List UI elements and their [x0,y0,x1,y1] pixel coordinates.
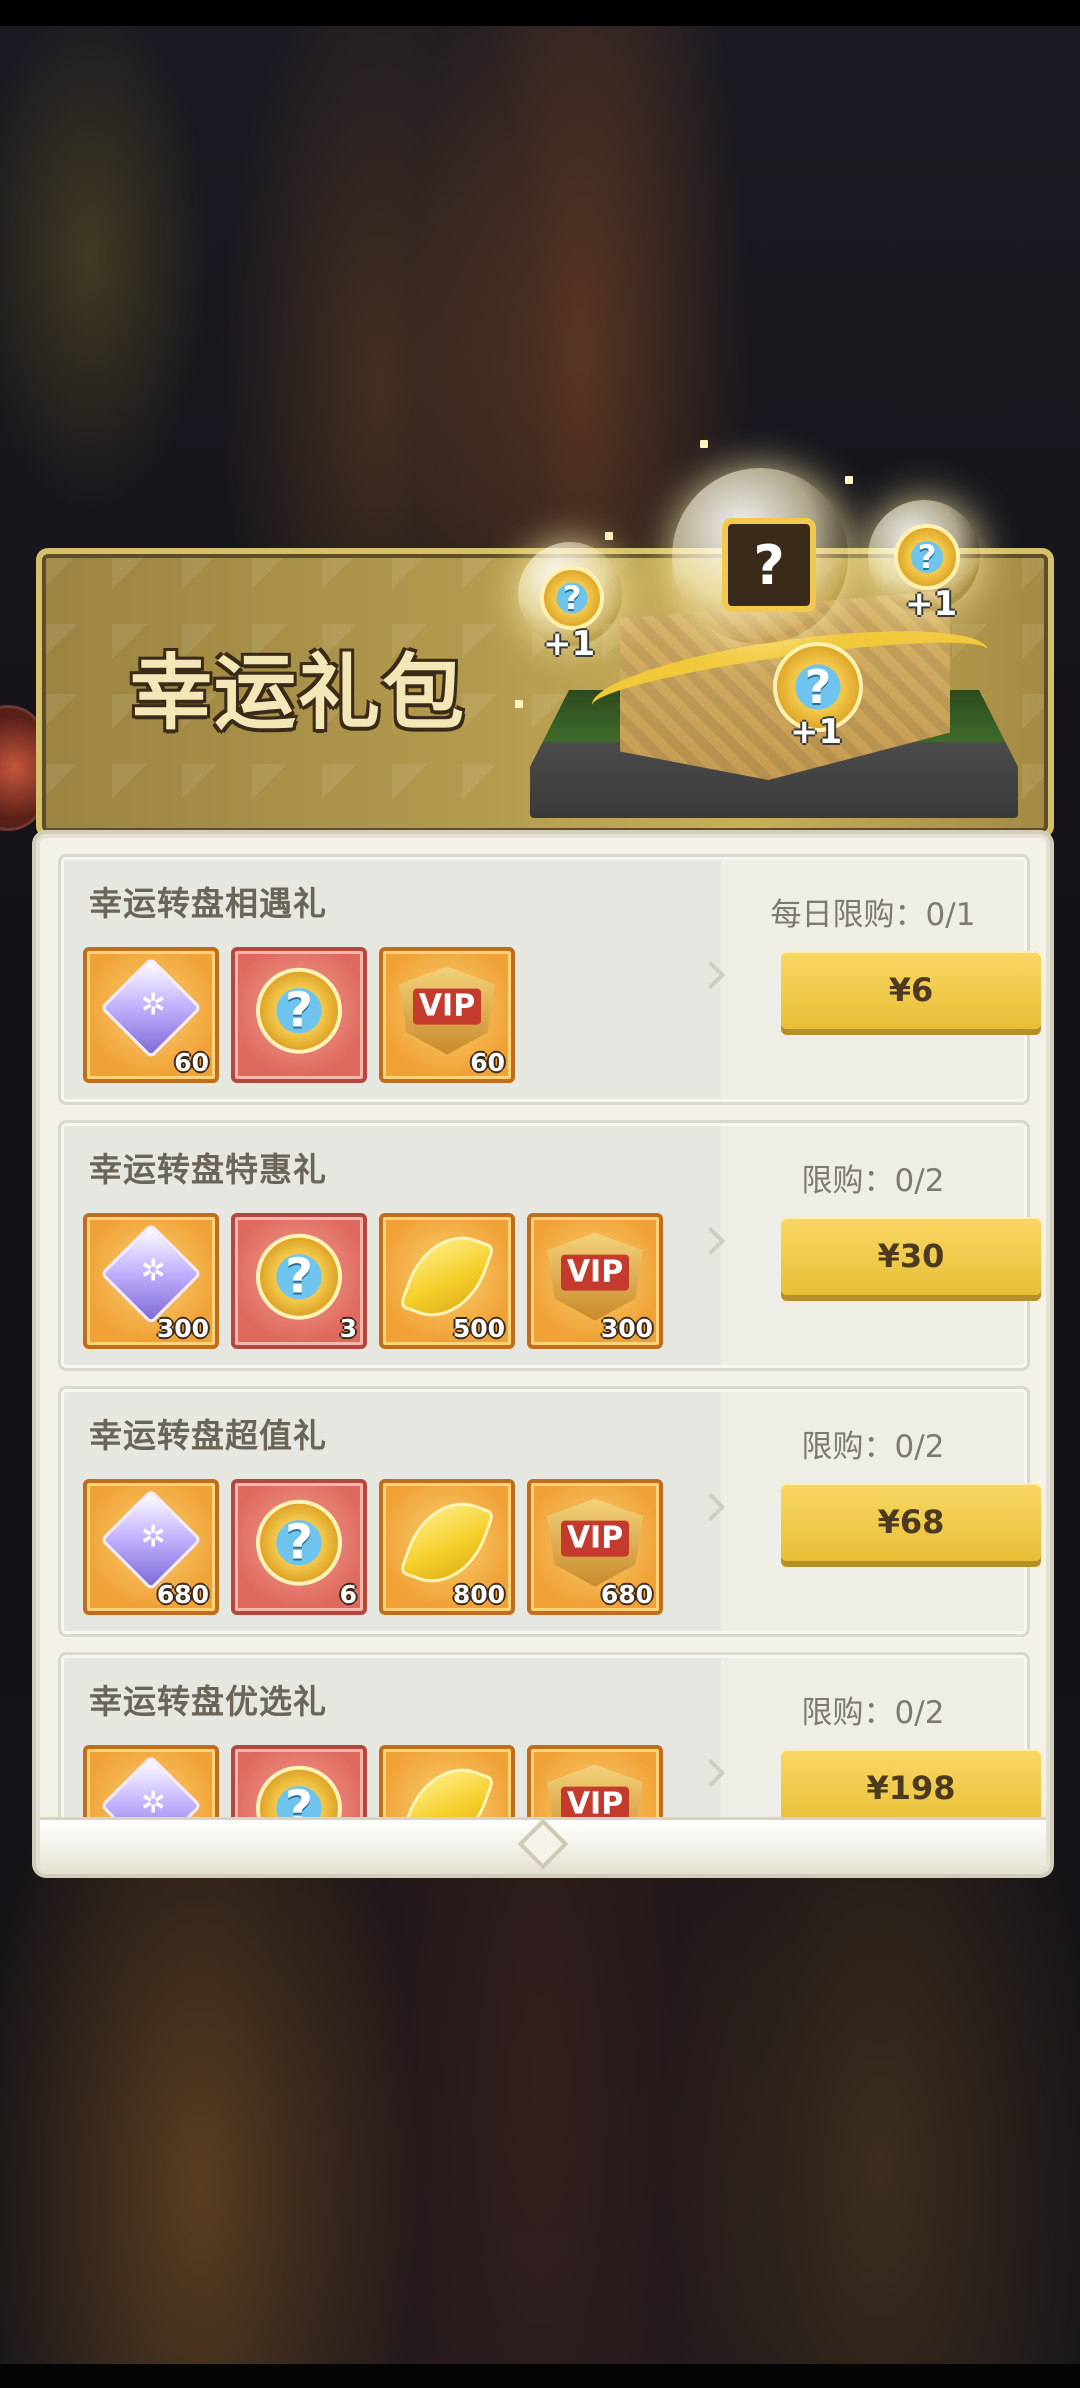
reward-item[interactable]: ? [231,1745,367,1820]
diamond-icon: ✲ [100,1222,202,1325]
lucky-coin-icon: ? [256,967,342,1054]
reward-item[interactable]: ✲ [83,1745,219,1820]
small-coin-icon-left: ? [540,566,604,630]
purchase-limit: 限购：0/2 [801,1695,945,1731]
purchase-limit: 限购：0/2 [801,1163,945,1199]
vip-badge-icon: VIP [547,1764,643,1820]
banner-title: 幸运礼包 [130,646,467,741]
reward-item[interactable]: ✲ 680 [83,1479,219,1615]
reward-item[interactable]: ? 6 [231,1479,367,1615]
sparkle [845,476,853,484]
vip-badge-icon: VIP [399,966,495,1055]
buy-button[interactable]: ¥198 [781,1749,1041,1820]
chevron-right-icon [696,1226,726,1256]
gift-pack-scroll-area[interactable]: 幸运转盘相遇礼 ✲ 60 ? VIP 60 每日限购：0/1 ¥6 幸运转盘特惠… [40,838,1046,1820]
gift-pack-row: 幸运转盘特惠礼 ✲ 300 ? 3 500 VIP 300 限购：0/2 ¥30 [58,1120,1041,1371]
chevron-right-icon [696,1758,726,1788]
lucky-coin-icon: ? [256,1499,342,1586]
sparkle [515,700,523,708]
item-quantity: 60 [174,1048,209,1077]
reward-item[interactable]: ? [231,947,367,1083]
reward-item[interactable]: ✲ 300 [83,1213,219,1349]
lucky-coin-icon: ? [256,1765,342,1820]
reward-item[interactable]: 500 [379,1213,515,1349]
navigation-bar [0,2364,1080,2388]
item-quantity: 3 [339,1314,357,1343]
chevron-right-icon [696,1492,726,1522]
item-quantity: 680 [156,1580,209,1609]
plus-one-right: +1 [905,584,958,624]
diamond-icon: ✲ [100,1754,202,1820]
sparkle [605,532,613,540]
gold-leaf-icon [398,1754,496,1820]
plus-one-center: +1 [790,712,843,752]
sparkle [700,440,708,448]
reward-item[interactable]: ? 3 [231,1213,367,1349]
buy-button[interactable]: ¥30 [781,1217,1041,1295]
gift-pack-row: 幸运转盘超值礼 ✲ 680 ? 6 800 VIP 680 限购：0/2 ¥68 [58,1386,1041,1637]
diamond-icon: ✲ [100,956,202,1059]
gift-pack-row: 幸运转盘相遇礼 ✲ 60 ? VIP 60 每日限购：0/1 ¥6 [58,854,1041,1105]
item-quantity: 500 [452,1314,505,1343]
vip-badge-icon: VIP [547,1498,643,1587]
chevron-right-icon [696,960,726,990]
buy-button[interactable]: ¥6 [781,951,1041,1029]
panel-bottom-border [40,1817,1046,1870]
status-bar [0,0,1080,26]
reward-item[interactable]: VIP 300 [527,1213,663,1349]
mystery-box-icon: ? [722,518,816,612]
reward-item[interactable]: VIP [527,1745,663,1820]
item-quantity: 300 [600,1314,653,1343]
pack-title: 幸运转盘特惠礼 [89,1150,327,1189]
lucky-coin-icon: ? [256,1233,342,1320]
pack-title: 幸运转盘超值礼 [89,1416,327,1455]
purchase-limit: 每日限购：0/1 [770,897,976,933]
purchase-limit: 限购：0/2 [801,1429,945,1465]
item-quantity: 6 [339,1580,357,1609]
ornament-diamond [517,1818,569,1870]
reward-item[interactable]: VIP 680 [527,1479,663,1615]
pack-title: 幸运转盘相遇礼 [89,884,327,923]
gift-pack-list-panel[interactable]: 幸运转盘相遇礼 ✲ 60 ? VIP 60 每日限购：0/1 ¥6 幸运转盘特惠… [36,834,1050,1874]
diamond-icon: ✲ [100,1488,202,1591]
reward-item[interactable]: VIP 60 [379,947,515,1083]
pack-title: 幸运转盘优选礼 [89,1682,327,1721]
small-coin-icon-right: ? [894,524,960,590]
vip-badge-icon: VIP [547,1232,643,1321]
item-quantity: 680 [600,1580,653,1609]
gift-pack-row: 幸运转盘优选礼 ✲ ? VIP 限购：0/2 ¥198 [58,1652,1041,1820]
reward-item[interactable] [379,1745,515,1820]
item-quantity: 800 [452,1580,505,1609]
item-quantity: 60 [470,1048,505,1077]
reward-item[interactable]: 800 [379,1479,515,1615]
item-quantity: 300 [156,1314,209,1343]
plus-one-left: +1 [543,624,596,664]
buy-button[interactable]: ¥68 [781,1483,1041,1561]
reward-item[interactable]: ✲ 60 [83,947,219,1083]
